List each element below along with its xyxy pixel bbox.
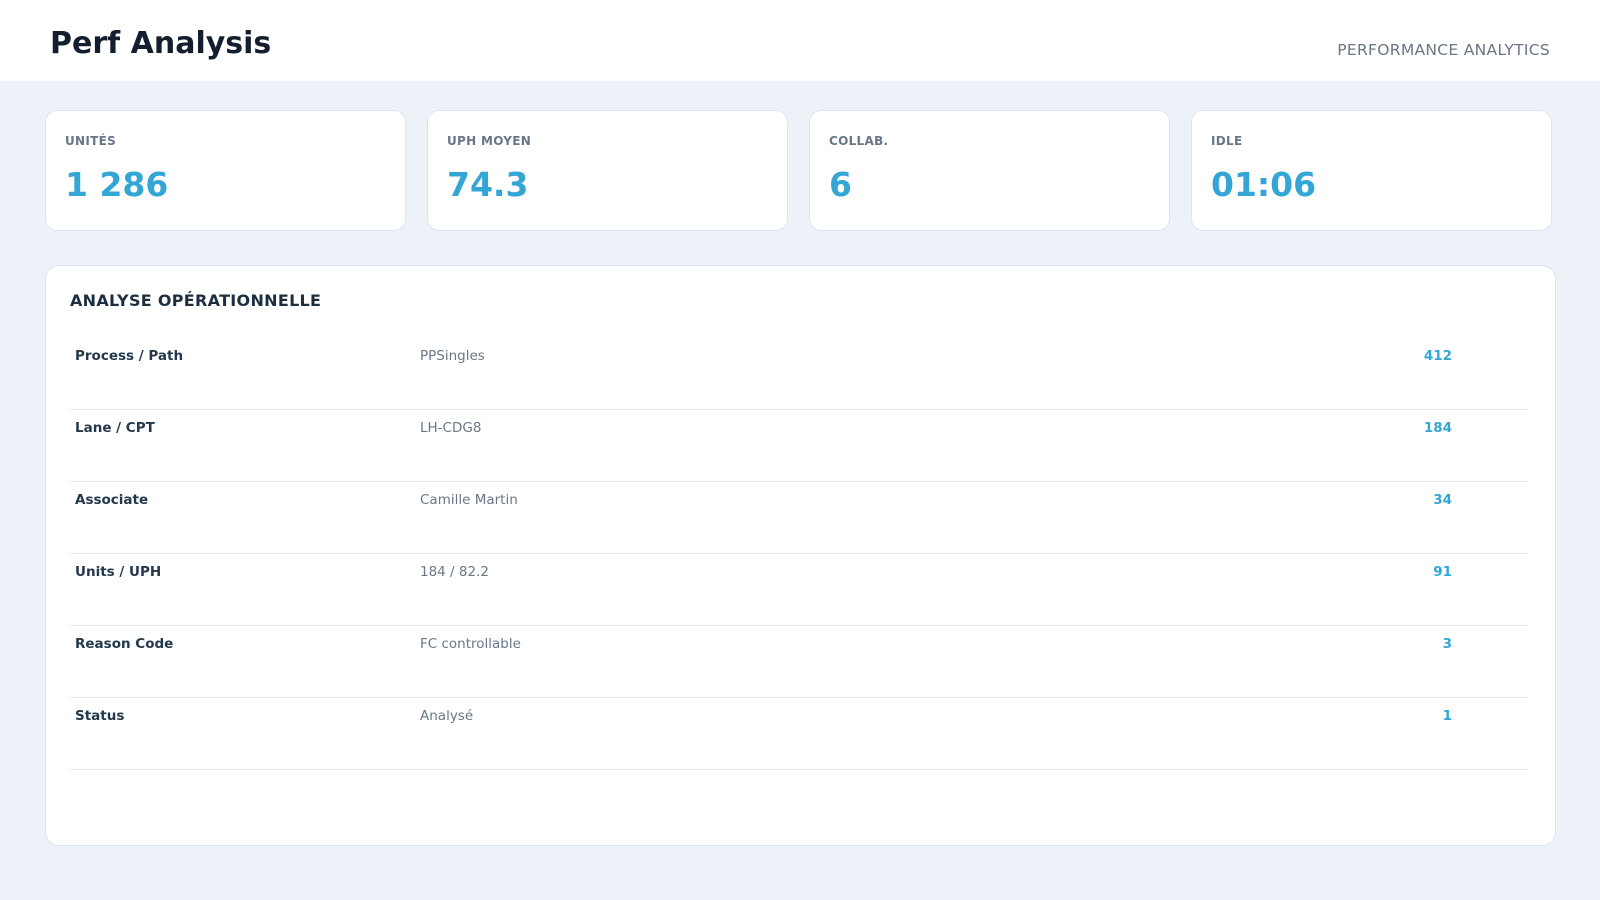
kpi-label: UNITÉS (65, 134, 117, 148)
row-count: 91 (1433, 564, 1452, 580)
table-row: Reason Code FC controllable 3 (70, 626, 1527, 698)
table-row: Process / Path PPSingles 412 (70, 338, 1527, 410)
row-count: 412 (1423, 348, 1452, 364)
app-header: Perf Analysis PERFORMANCE ANALYTICS (0, 0, 1600, 81)
row-label: Status (75, 708, 125, 724)
row-value: Analysé (420, 708, 474, 724)
row-value: FC controllable (420, 636, 521, 652)
kpi-value: 6 (829, 165, 852, 204)
row-label: Process / Path (75, 348, 184, 364)
kpi-card-uph: UPH MOYEN 74.3 (427, 110, 788, 231)
table-row: Associate Camille Martin 34 (70, 482, 1527, 554)
kpi-value: 1 286 (65, 165, 169, 204)
kpi-label: UPH MOYEN (447, 134, 532, 148)
kpi-value: 74.3 (447, 165, 529, 204)
panel-title: ANALYSE OPÉRATIONNELLE (70, 291, 322, 310)
table-row: Status Analysé 1 (70, 698, 1527, 770)
row-label: Associate (75, 492, 149, 508)
table-row: Units / UPH 184 / 82.2 91 (70, 554, 1527, 626)
row-value: PPSingles (420, 348, 485, 364)
row-value: 184 / 82.2 (420, 564, 489, 580)
row-value: LH-CDG8 (420, 420, 482, 436)
kpi-label: COLLAB. (829, 134, 889, 148)
kpi-card-collab: COLLAB. 6 (809, 110, 1170, 231)
analysis-table: Process / Path PPSingles 412 Lane / CPT … (70, 338, 1527, 770)
table-row: Lane / CPT LH-CDG8 184 (70, 410, 1527, 482)
analysis-panel: ANALYSE OPÉRATIONNELLE Process / Path PP… (45, 265, 1556, 846)
kpi-label: IDLE (1211, 134, 1243, 148)
kpi-row: UNITÉS 1 286 UPH MOYEN 74.3 COLLAB. 6 ID… (45, 110, 1555, 231)
row-count: 34 (1433, 492, 1452, 508)
row-label: Units / UPH (75, 564, 162, 580)
row-count: 184 (1423, 420, 1452, 436)
page-subtitle: PERFORMANCE ANALYTICS (1337, 41, 1550, 59)
row-count: 1 (1442, 708, 1452, 724)
row-count: 3 (1442, 636, 1452, 652)
kpi-card-idle: IDLE 01:06 (1191, 110, 1552, 231)
row-label: Lane / CPT (75, 420, 155, 436)
kpi-value: 01:06 (1211, 165, 1317, 204)
row-label: Reason Code (75, 636, 174, 652)
page-title: Perf Analysis (50, 26, 272, 61)
row-value: Camille Martin (420, 492, 518, 508)
kpi-card-units: UNITÉS 1 286 (45, 110, 406, 231)
